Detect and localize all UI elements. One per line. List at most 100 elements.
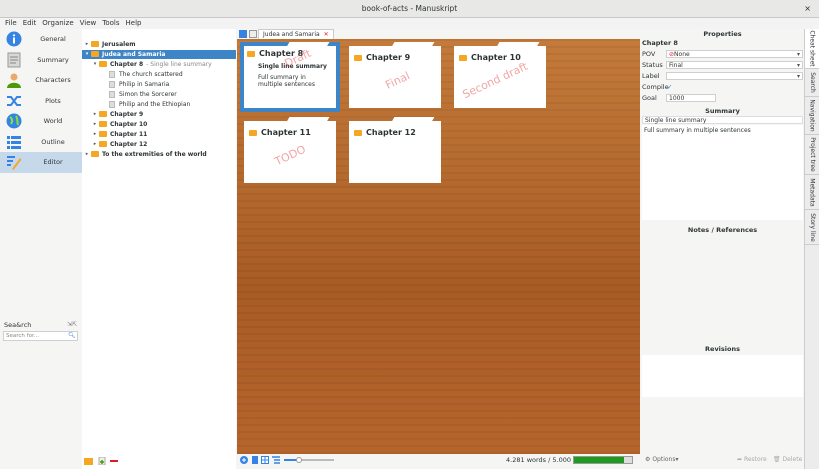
properties-heading: Properties [703, 30, 742, 38]
tree-item[interactable]: ▸ Chapter 9 [82, 110, 236, 119]
corkboard: Chapter 8 Single line summary Full summa… [237, 39, 640, 454]
chevron-right-icon[interactable]: ▸ [92, 130, 98, 139]
fullscreen-icon[interactable] [249, 30, 257, 38]
tree-item[interactable]: ▸ Chapter 11 [82, 130, 236, 139]
nav-item-summary[interactable]: Summary [0, 50, 82, 71]
tree-item[interactable]: The church scattered [82, 70, 236, 79]
tree-item[interactable]: ▸ Jerusalem [82, 40, 236, 49]
folder-icon [459, 54, 467, 61]
tab-project-tree[interactable]: Project tree [805, 135, 819, 175]
tree-label: Simon the Sorcerer [119, 91, 177, 98]
status-label: Status [642, 61, 663, 69]
nav-label: Editor [43, 158, 63, 167]
menu-edit[interactable]: Edit [20, 18, 40, 29]
tree-label: Chapter 12 [110, 141, 148, 148]
goal-input[interactable]: 1000 [666, 94, 716, 102]
tree-summary: - Single line summary [146, 61, 212, 68]
nav-item-plots[interactable]: Plots [0, 91, 82, 112]
add-text-icon[interactable] [98, 457, 106, 465]
index-card[interactable]: Chapter 11 TODO [244, 117, 336, 183]
menu-tools[interactable]: Tools [99, 18, 122, 29]
tab-metadata[interactable]: Metadata [805, 175, 819, 210]
tree-item[interactable]: ▸ Chapter 12 [82, 140, 236, 149]
close-tab-icon[interactable]: ✕ [324, 31, 329, 38]
pin-icon[interactable]: ⇲⇱ [67, 321, 77, 328]
editor-status-bar: 4.281 words / 5.000 [236, 454, 641, 467]
tab-label: Navigation [809, 99, 816, 132]
main-area: General Summary Characters Plots World O… [0, 29, 819, 469]
search-label: Sea&rch [4, 321, 32, 329]
list-icon [7, 135, 21, 149]
tree-item[interactable]: Philip and the Ethiopian [82, 100, 236, 109]
nav-item-editor[interactable]: Editor [0, 152, 82, 173]
pov-select[interactable]: ⊘None [666, 50, 803, 58]
tree-item[interactable]: Philip in Samaria [82, 80, 236, 89]
zoom-slider[interactable] [284, 457, 334, 463]
options-button[interactable]: ⚙︎ Options▾ [645, 456, 678, 463]
folder-icon [249, 129, 257, 136]
shuffle-icon [7, 95, 21, 106]
chevron-right-icon[interactable]: ▸ [84, 40, 90, 49]
tree-label: Chapter 9 [110, 111, 144, 118]
chevron-right-icon[interactable]: ▸ [92, 110, 98, 119]
folder-icon [91, 151, 99, 157]
card-title-text: Chapter 11 [261, 128, 311, 137]
tree-label: Judea and Samaria [102, 51, 166, 58]
index-card[interactable]: Chapter 9 Final [349, 42, 441, 108]
label-select[interactable] [666, 72, 803, 80]
chevron-down-icon[interactable]: ▾ [84, 50, 90, 59]
menu-help[interactable]: Help [123, 18, 145, 29]
chevron-right-icon[interactable]: ▸ [92, 140, 98, 149]
restore-button[interactable]: ➦ Restore [737, 456, 767, 463]
corkboard-view-icon[interactable] [261, 456, 269, 464]
delete-button[interactable]: 🗑︎ Delete [773, 456, 802, 463]
menu-view[interactable]: View [77, 18, 100, 29]
tree-item[interactable]: ▾ Chapter 8- Single line summary [82, 60, 236, 69]
nav-item-characters[interactable]: Characters [0, 70, 82, 91]
nav-item-outline[interactable]: Outline [0, 132, 82, 153]
tree-item[interactable]: ▸ To the extremities of the world [82, 150, 236, 159]
tree-label: The church scattered [119, 71, 183, 78]
nav-item-general[interactable]: General [0, 29, 82, 50]
split-view-icon[interactable] [239, 30, 247, 38]
menu-file[interactable]: File [0, 18, 20, 29]
summary-line-input[interactable]: Single line summary [642, 116, 803, 124]
search-input[interactable]: Search for... [3, 331, 78, 341]
card-title-text: Chapter 12 [366, 128, 416, 137]
remove-icon[interactable] [110, 457, 118, 465]
zoom-slider-handle[interactable] [296, 457, 302, 463]
tab-navigation[interactable]: Navigation [805, 97, 819, 135]
search-icon[interactable]: 🔍︎ [68, 332, 76, 339]
tab-search[interactable]: Search [805, 69, 819, 97]
nav-label: Summary [37, 55, 69, 64]
close-icon[interactable]: × [804, 0, 811, 18]
chevron-right-icon[interactable]: ▸ [92, 120, 98, 129]
nav-label: General [40, 35, 66, 44]
tab-cheat-sheet[interactable]: Cheat sheet [805, 29, 819, 69]
add-card-icon[interactable] [240, 456, 248, 464]
pov-value: None [674, 51, 690, 58]
window-titlebar: book-of-acts - Manuskript × [0, 0, 819, 18]
index-card[interactable]: Chapter 8 Single line summary Full summa… [240, 42, 340, 112]
tree-label: Philip in Samaria [119, 81, 170, 88]
tree-item[interactable]: ▾ Judea and Samaria [82, 50, 236, 59]
chevron-right-icon[interactable]: ▸ [84, 150, 90, 159]
text-view-icon[interactable] [251, 456, 259, 464]
nav-item-world[interactable]: World [0, 111, 82, 132]
chevron-down-icon[interactable]: ▾ [92, 60, 98, 69]
outline-view-icon[interactable] [272, 456, 280, 464]
add-folder-icon[interactable] [84, 457, 93, 465]
tree-item[interactable]: Simon the Sorcerer [82, 90, 236, 99]
revisions-list[interactable] [642, 355, 803, 397]
info-icon [6, 31, 22, 47]
status-select[interactable]: Final [666, 61, 803, 69]
index-card[interactable]: Chapter 12 [349, 117, 441, 183]
summary-full-input[interactable]: Full summary in multiple sentences [642, 125, 803, 220]
tree-item[interactable]: ▸ Chapter 10 [82, 120, 236, 129]
compile-checkbox[interactable]: ✓ [667, 83, 672, 91]
tab-story-line[interactable]: Story line [805, 210, 819, 245]
index-card[interactable]: Chapter 10 Second draft [454, 42, 546, 108]
menu-organize[interactable]: Organize [39, 18, 76, 29]
globe-icon [6, 113, 22, 129]
tab-judea-and-samaria[interactable]: Judea and Samaria ✕ [258, 29, 334, 39]
